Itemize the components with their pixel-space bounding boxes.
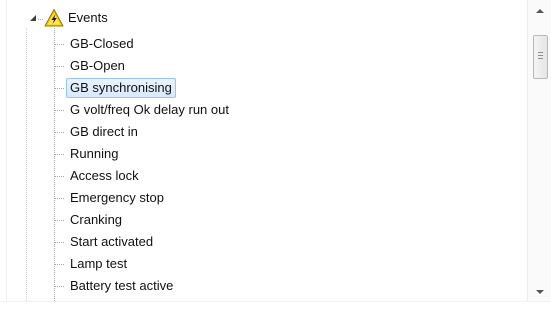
events-tree-window: Events GB-Closed GB-Open GB synchronising G… xyxy=(0,0,551,315)
tree-guide-line xyxy=(26,28,27,301)
tree-item[interactable]: Emergency stop xyxy=(54,187,494,209)
tree-item-label: Battery test active xyxy=(70,278,174,293)
tree-item[interactable]: GB direct in xyxy=(54,121,494,143)
tree-connector xyxy=(54,198,64,199)
tree-connector xyxy=(54,286,64,287)
tree-item[interactable]: Lamp test xyxy=(54,253,494,275)
tree-item[interactable]: Cranking xyxy=(54,209,494,231)
tree-item[interactable]: G volt/freq Ok delay run out xyxy=(54,99,494,121)
vertical-scrollbar[interactable] xyxy=(527,0,551,301)
tree-connector xyxy=(54,176,64,177)
scrollbar-thumb[interactable] xyxy=(533,35,548,79)
tree-item[interactable]: Access lock xyxy=(54,165,494,187)
tree-connector xyxy=(54,132,64,133)
tree-node-events[interactable]: Events xyxy=(0,8,300,30)
tree-item[interactable]: Running xyxy=(54,143,494,165)
scroll-up-button[interactable] xyxy=(528,2,551,20)
tree-connector xyxy=(54,66,64,67)
tree-item[interactable]: Battery test active xyxy=(54,275,494,297)
tree-item-label: Running xyxy=(70,146,119,161)
arrow-down-icon xyxy=(536,290,544,294)
tree-item-label: GB-Open xyxy=(70,58,125,73)
expand-collapse-icon[interactable] xyxy=(30,15,36,21)
tree-item-label: Start activated xyxy=(70,234,154,249)
tree-item-label: Emergency stop xyxy=(70,190,164,205)
tree-node-label: Events xyxy=(68,10,108,25)
tree-item-label: Lamp test xyxy=(70,256,128,271)
warning-triangle-icon xyxy=(44,9,64,27)
scroll-down-button[interactable] xyxy=(528,283,551,301)
tree-connector xyxy=(54,220,64,221)
grip-line xyxy=(538,58,543,59)
tree-connector xyxy=(54,242,64,243)
tree-connector xyxy=(54,264,64,265)
tree-connector xyxy=(54,44,64,45)
tree-item-label: G volt/freq Ok delay run out xyxy=(70,102,229,117)
events-tree[interactable]: Events GB-Closed GB-Open GB synchronising G… xyxy=(0,0,527,315)
tree-connector xyxy=(38,19,43,20)
tree-connector xyxy=(54,154,64,155)
tree-item-label: GB synchronising xyxy=(66,78,176,98)
tree-item[interactable]: GB-Open xyxy=(54,55,494,77)
tree-item-label: GB direct in xyxy=(70,124,138,139)
grip-line xyxy=(538,52,543,53)
tree-item-label: GB-Closed xyxy=(70,36,134,51)
tree-item[interactable]: GB synchronising xyxy=(54,77,494,99)
tree-connector xyxy=(54,110,64,111)
tree-connector xyxy=(54,88,64,89)
arrow-up-icon xyxy=(536,9,544,13)
grip-line xyxy=(538,55,543,56)
tree-item-label: Access lock xyxy=(70,168,139,183)
tree-item[interactable]: GB-Closed xyxy=(54,33,494,55)
tree-item-label: Cranking xyxy=(70,212,123,227)
tree-item[interactable]: Start activated xyxy=(54,231,494,253)
bottom-border xyxy=(0,301,551,315)
